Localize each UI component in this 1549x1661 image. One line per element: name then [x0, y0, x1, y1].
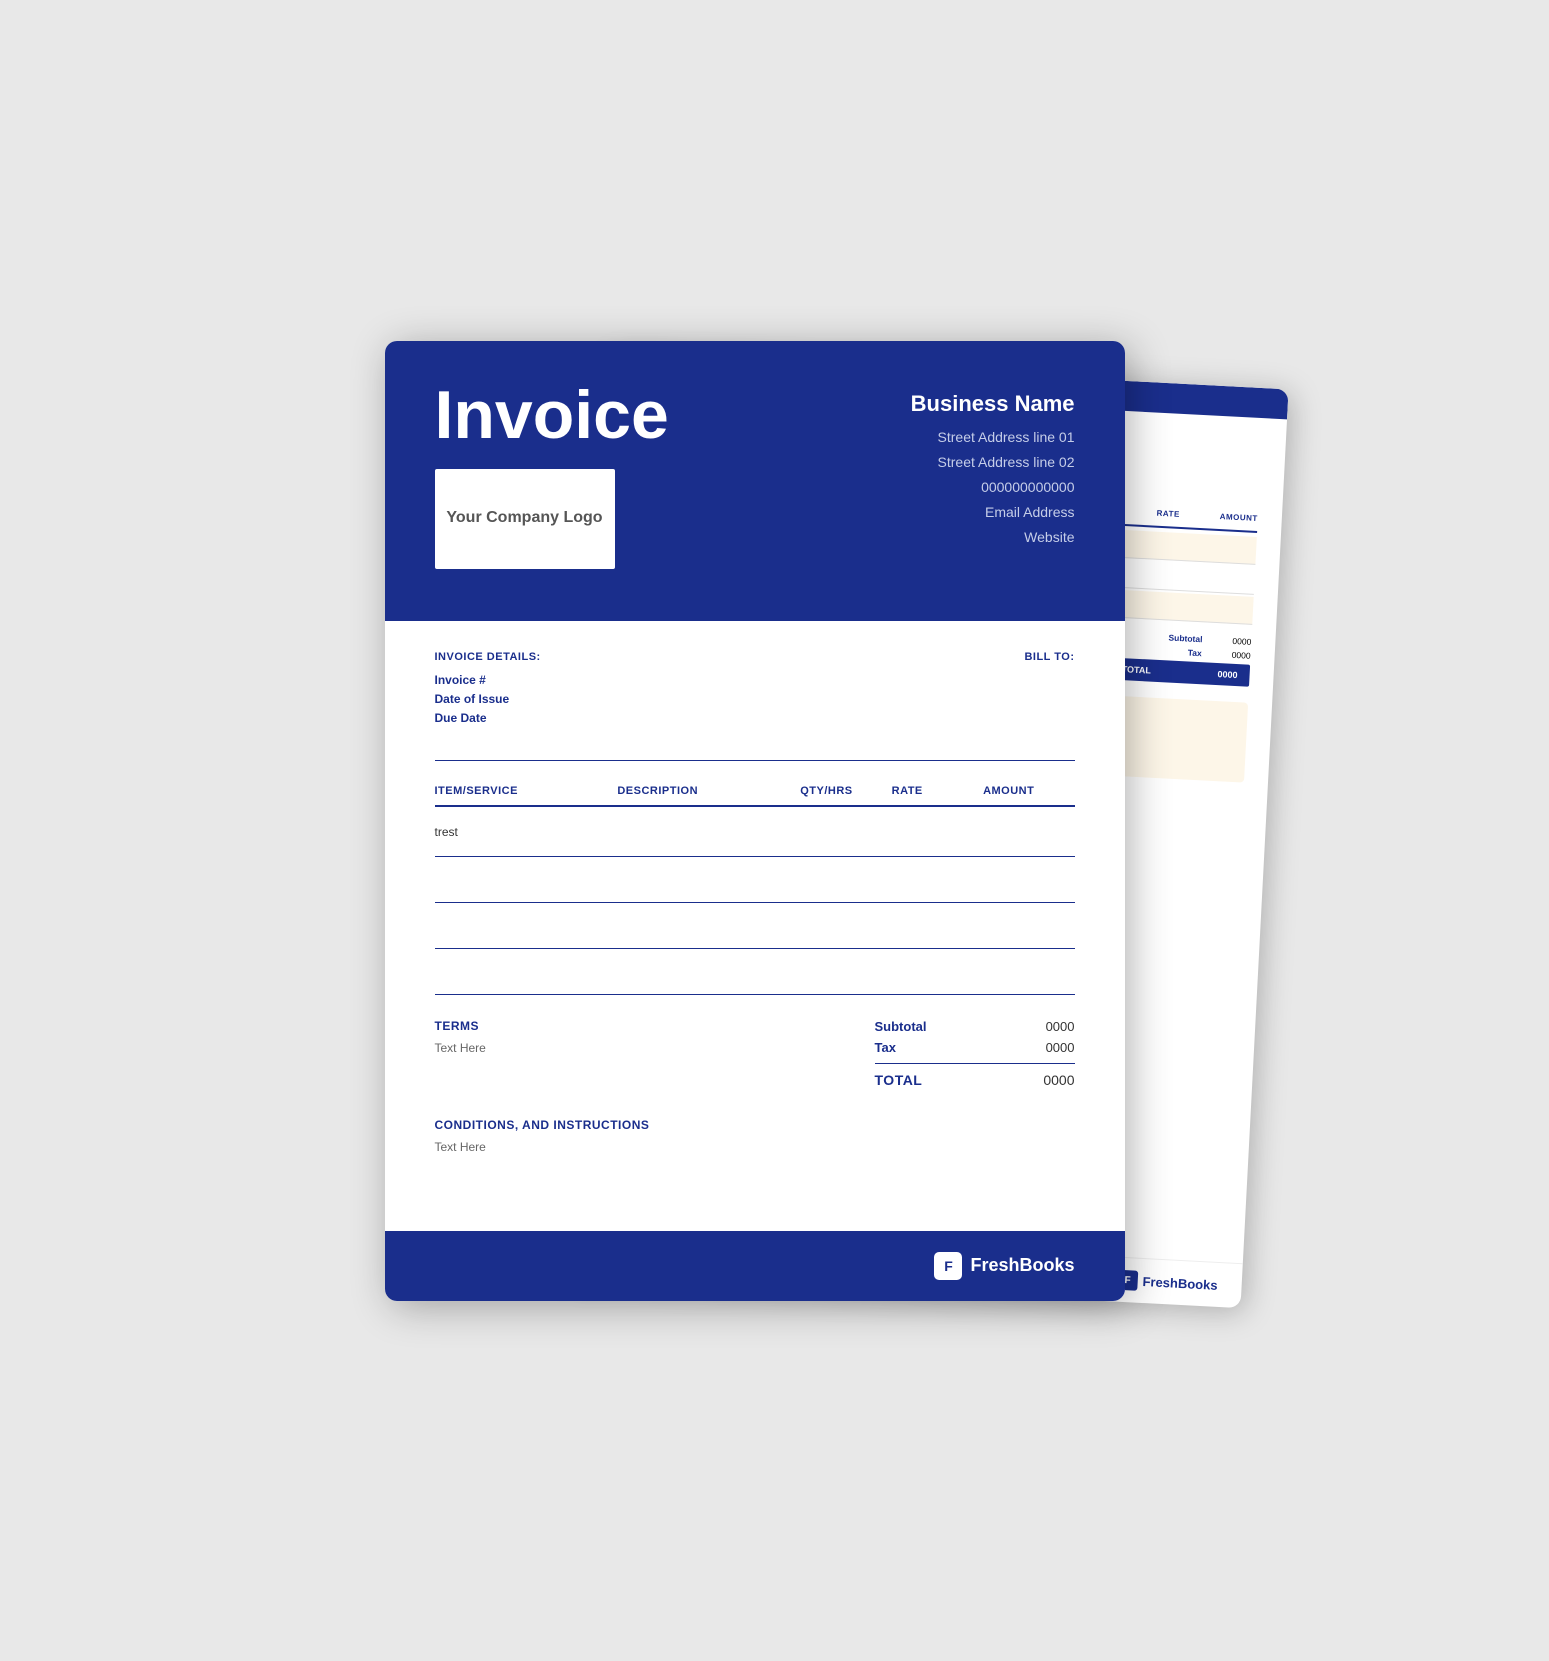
row1-item: trest	[435, 825, 618, 842]
back-freshbooks-logo: F FreshBooks	[1117, 1269, 1218, 1294]
logo-text: Your Company Logo	[446, 508, 602, 529]
tax-value: 0000	[1046, 1040, 1075, 1055]
row3-item	[435, 917, 618, 934]
phone: 000000000000	[911, 475, 1075, 500]
due-date-label: Due Date	[435, 711, 541, 725]
invoice-title: Invoice	[435, 381, 669, 449]
col-amount: AMOUNT	[983, 785, 1074, 797]
invoice-table: ITEM/SERVICE DESCRIPTION QTY/HRS RATE AM…	[435, 785, 1075, 995]
date-of-issue-label: Date of Issue	[435, 692, 541, 706]
totals-divider	[875, 1063, 1075, 1064]
bill-to-section: BILL TO:	[1024, 651, 1074, 730]
row3-rate	[892, 917, 983, 934]
row4-qty	[800, 963, 891, 980]
invoice-front: Invoice Your Company Logo Business Name …	[385, 341, 1125, 1301]
back-tax-value: 0000	[1231, 649, 1250, 660]
details-bill-row: INVOICE DETAILS: Invoice # Date of Issue…	[435, 651, 1075, 730]
row2-item	[435, 871, 618, 888]
freshbooks-icon: F	[934, 1252, 962, 1280]
details-section-title: INVOICE DETAILS:	[435, 651, 541, 663]
table-row	[435, 949, 1075, 995]
back-tax-label: Tax	[1187, 647, 1202, 658]
back-subtotal-row: Subtotal 0000	[1168, 632, 1251, 646]
subtotal-row: Subtotal 0000	[875, 1019, 1075, 1034]
row2-rate	[892, 871, 983, 888]
tax-row: Tax 0000	[875, 1040, 1075, 1055]
row3-qty	[800, 917, 891, 934]
header-right: Business Name Street Address line 01 Str…	[911, 381, 1075, 551]
subtotal-label: Subtotal	[875, 1019, 927, 1034]
row2-amount	[983, 871, 1074, 888]
tax-label: Tax	[875, 1040, 896, 1055]
invoice-scene: INVOICE DETAILS: Invoice # 0000 Date of …	[385, 341, 1165, 1321]
row1-rate	[892, 825, 983, 842]
totals-section: Subtotal 0000 Tax 0000 TOTAL 0000	[875, 1019, 1075, 1088]
back-rate-header: RATE	[1156, 508, 1180, 518]
bottom-section: TERMS Text Here Subtotal 0000 Tax 0000 T…	[435, 1019, 1075, 1088]
row4-rate	[892, 963, 983, 980]
row4-item	[435, 963, 618, 980]
col-item: ITEM/SERVICE	[435, 785, 618, 797]
table-row: trest	[435, 811, 1075, 857]
back-total-value: 0000	[1217, 669, 1238, 680]
invoice-details-section: INVOICE DETAILS: Invoice # Date of Issue…	[435, 651, 541, 730]
back-amount-header: AMOUNT	[1219, 512, 1258, 523]
address-line1: Street Address line 01	[911, 425, 1075, 450]
back-subtotal-value: 0000	[1232, 635, 1251, 646]
address-line2: Street Address line 02	[911, 450, 1075, 475]
back-subtotal-label: Subtotal	[1168, 632, 1202, 644]
total-label: TOTAL	[875, 1072, 923, 1088]
invoice-footer: F FreshBooks	[385, 1231, 1125, 1301]
invoice-num-label: Invoice #	[435, 673, 541, 687]
row3-amount	[983, 917, 1074, 934]
back-total-label: TOTAL	[1121, 664, 1151, 676]
row1-amount	[983, 825, 1074, 842]
total-value: 0000	[1043, 1072, 1074, 1088]
back-freshbooks-name: FreshBooks	[1142, 1273, 1218, 1292]
back-total-bar: TOTAL 0000	[1109, 657, 1250, 686]
invoice-header: Invoice Your Company Logo Business Name …	[385, 341, 1125, 621]
col-desc: DESCRIPTION	[617, 785, 800, 797]
header-left: Invoice Your Company Logo	[435, 381, 669, 569]
freshbooks-logo: F FreshBooks	[934, 1252, 1074, 1280]
conditions-section: CONDITIONS, AND INSTRUCTIONS Text Here	[435, 1118, 1075, 1154]
table-row	[435, 857, 1075, 903]
conditions-text: Text Here	[435, 1140, 1075, 1154]
row4-desc	[617, 963, 800, 980]
conditions-title: CONDITIONS, AND INSTRUCTIONS	[435, 1118, 1075, 1132]
col-rate: RATE	[892, 785, 983, 797]
row1-desc	[617, 825, 800, 842]
row3-desc	[617, 917, 800, 934]
table-header-row: ITEM/SERVICE DESCRIPTION QTY/HRS RATE AM…	[435, 785, 1075, 807]
back-tax-row: Tax 0000	[1187, 647, 1250, 660]
row2-qty	[800, 871, 891, 888]
terms-text: Text Here	[435, 1041, 486, 1055]
row4-amount	[983, 963, 1074, 980]
email: Email Address	[911, 500, 1075, 525]
logo-box: Your Company Logo	[435, 469, 615, 569]
terms-title: TERMS	[435, 1019, 486, 1033]
row2-desc	[617, 871, 800, 888]
total-final-row: TOTAL 0000	[875, 1072, 1075, 1088]
business-name: Business Name	[911, 391, 1075, 417]
subtotal-value: 0000	[1046, 1019, 1075, 1034]
freshbooks-name: FreshBooks	[970, 1255, 1074, 1276]
bill-to-title: BILL TO:	[1024, 651, 1074, 663]
col-qty: QTY/HRS	[800, 785, 891, 797]
invoice-body: INVOICE DETAILS: Invoice # Date of Issue…	[385, 621, 1125, 1224]
row1-qty	[800, 825, 891, 842]
website: Website	[911, 525, 1075, 550]
terms-section: TERMS Text Here	[435, 1019, 486, 1055]
header-divider	[435, 760, 1075, 761]
table-row	[435, 903, 1075, 949]
